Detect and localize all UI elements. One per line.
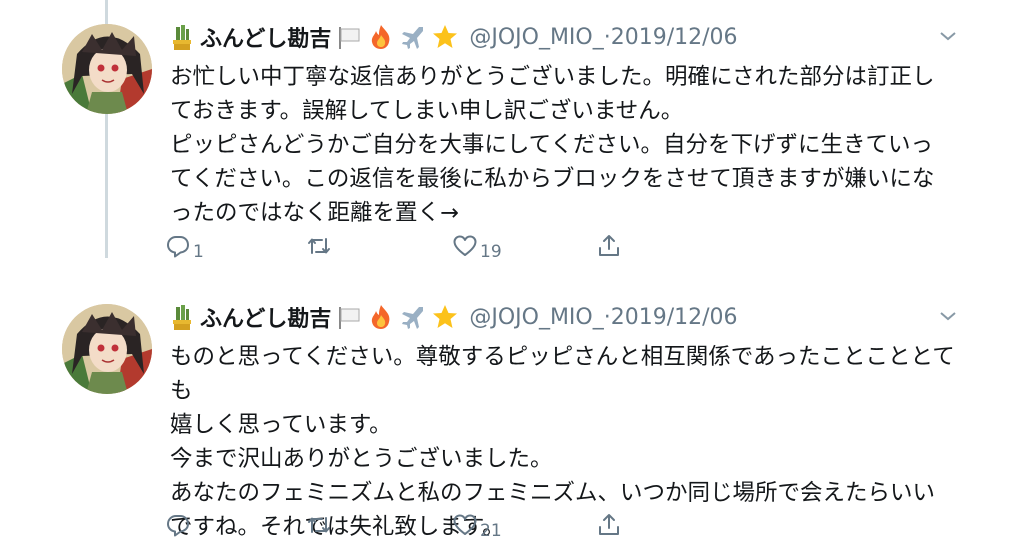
airplane-icon bbox=[399, 303, 427, 331]
reply-button[interactable]: 1 bbox=[165, 233, 204, 263]
tweet-date[interactable]: 2019/12/06 bbox=[611, 305, 738, 330]
fire-icon bbox=[367, 23, 395, 51]
user-handle[interactable]: @JOJO_MIO_ bbox=[469, 25, 603, 50]
heart-icon bbox=[452, 512, 478, 543]
like-count: 21 bbox=[480, 521, 502, 541]
like-count: 19 bbox=[480, 242, 502, 262]
share-icon bbox=[596, 233, 622, 264]
retweet-button[interactable] bbox=[306, 233, 334, 263]
tweet-text-line: あなたのフェミニズムと私のフェミニズム、いつか同じ場所で会えたらいい bbox=[170, 480, 936, 506]
display-name[interactable]: ふんどし勘吉 bbox=[200, 301, 331, 333]
reply-button[interactable] bbox=[165, 512, 193, 542]
tweet-text-line: ったのではなく距離を置く→ bbox=[170, 200, 459, 226]
reply-icon bbox=[165, 233, 191, 264]
retweet-button[interactable] bbox=[306, 512, 334, 542]
star-icon bbox=[431, 23, 459, 51]
reply-icon bbox=[165, 512, 191, 543]
white-flag-icon bbox=[335, 303, 363, 331]
avatar[interactable] bbox=[62, 304, 152, 394]
airplane-icon bbox=[399, 23, 427, 51]
share-button[interactable] bbox=[596, 512, 622, 542]
tweet-text-line: ものと思ってください。尊敬するピッピさんと相互関係であったことこととても bbox=[170, 344, 955, 404]
retweet-icon bbox=[306, 512, 332, 543]
chevron-down-icon[interactable] bbox=[938, 28, 958, 42]
retweet-icon bbox=[306, 233, 332, 264]
tweet-actions: 21 bbox=[165, 512, 645, 542]
tweet-text-line: ピッピさんどうかご自分を大事にしてください。自分を下げずに生きていっ bbox=[170, 132, 933, 158]
separator-dot: · bbox=[603, 304, 611, 330]
avatar[interactable] bbox=[62, 24, 152, 114]
like-button[interactable]: 19 bbox=[452, 233, 502, 263]
tweet-header: ふんどし勘吉 @JOJO_MIO_ · 2019/12/06 bbox=[170, 300, 970, 334]
reply-count: 1 bbox=[193, 242, 204, 262]
white-flag-icon bbox=[335, 23, 363, 51]
tweet-text-line: ておきます。誤解してしまい申し訳ございません。 bbox=[170, 98, 684, 124]
tweet-actions: 1 19 bbox=[165, 233, 645, 263]
tweet-header: ふんどし勘吉 @JOJO_MIO_ · 2019/12/06 bbox=[170, 20, 970, 54]
tweet-text-line: お忙しい中丁寧な返信ありがとうございました。明確にされた部分は訂正し bbox=[170, 64, 935, 90]
tweet-text-line: てください。この返信を最後に私からブロックをさせて頂きますが嫌いにな bbox=[170, 166, 935, 192]
heart-icon bbox=[452, 233, 478, 264]
tweet-text-line: 嬉しく思っています。 bbox=[170, 412, 392, 438]
share-icon bbox=[596, 512, 622, 543]
tweet[interactable]: ふんどし勘吉 @JOJO_MIO_ · 2019/12/06 お忙しい中丁寧な返… bbox=[0, 10, 1024, 280]
tweet-text-line: 今まで沢山ありがとうございました。 bbox=[170, 446, 553, 472]
star-icon bbox=[431, 303, 459, 331]
tweet-text: お忙しい中丁寧な返信ありがとうございました。明確にされた部分は訂正し ておきます… bbox=[170, 60, 970, 230]
chevron-down-icon[interactable] bbox=[938, 308, 958, 322]
display-name[interactable]: ふんどし勘吉 bbox=[200, 21, 331, 53]
separator-dot: · bbox=[603, 24, 611, 50]
kadomatsu-icon bbox=[170, 23, 194, 51]
share-button[interactable] bbox=[596, 233, 622, 263]
kadomatsu-icon bbox=[170, 303, 194, 331]
tweet[interactable]: ふんどし勘吉 @JOJO_MIO_ · 2019/12/06 ものと思ってくださ… bbox=[0, 290, 1024, 549]
tweet-date[interactable]: 2019/12/06 bbox=[611, 25, 738, 50]
user-handle[interactable]: @JOJO_MIO_ bbox=[469, 305, 603, 330]
fire-icon bbox=[367, 303, 395, 331]
like-button[interactable]: 21 bbox=[452, 512, 502, 542]
